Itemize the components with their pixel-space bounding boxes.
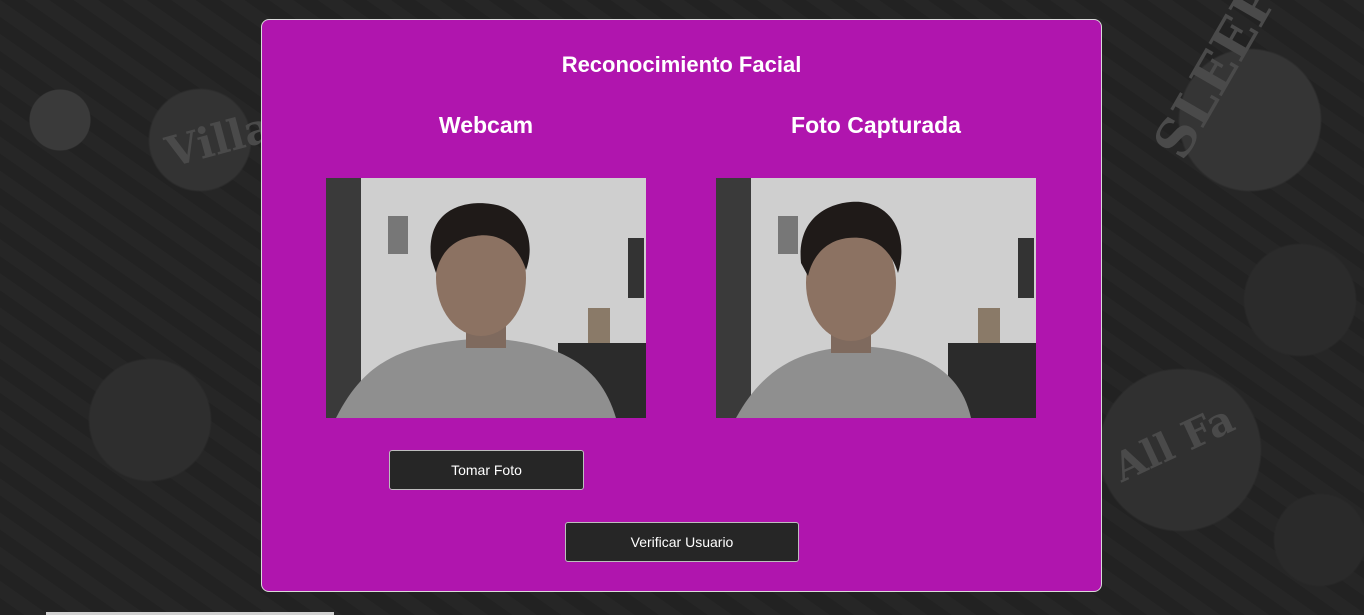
webcam-heading: Webcam [438, 112, 534, 138]
verify-user-button[interactable]: Verificar Usuario [565, 522, 799, 562]
captured-photo [716, 178, 1036, 418]
bg-decoration: Villa [160, 101, 277, 178]
face-recognition-panel: Reconocimiento Facial Webcam Foto Captur… [261, 19, 1102, 592]
take-photo-button[interactable]: Tomar Foto [389, 450, 584, 490]
webcam-frame [326, 178, 646, 418]
webcam-video [326, 178, 646, 418]
bg-decoration: SLEEP [1141, 0, 1291, 170]
page-title: Reconocimiento Facial [561, 52, 802, 77]
bg-decoration: All Fa [1106, 395, 1242, 492]
captured-frame [716, 178, 1036, 418]
captured-photo-heading: Foto Capturada [791, 112, 961, 138]
